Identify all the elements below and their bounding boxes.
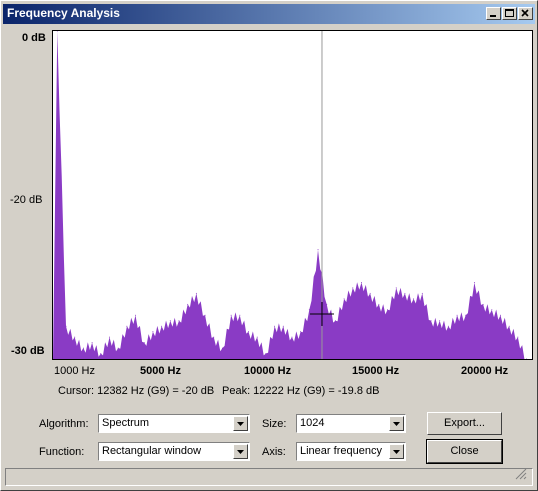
algorithm-value: Spectrum bbox=[102, 417, 150, 429]
status-bar bbox=[5, 468, 533, 486]
spectrum-point bbox=[360, 281, 362, 283]
spectrum-point bbox=[204, 314, 206, 316]
spectrum-point bbox=[135, 314, 137, 316]
spectrum-point bbox=[213, 336, 215, 338]
spectrum-point bbox=[508, 325, 510, 327]
algorithm-select[interactable]: Spectrum bbox=[98, 414, 250, 433]
cursor-readout: Cursor: 12382 Hz (G9) = -20 dB bbox=[58, 385, 215, 397]
maximize-icon bbox=[505, 9, 514, 17]
spectrum-point bbox=[56, 31, 58, 32]
spectrum-point bbox=[413, 298, 415, 300]
axis-select[interactable]: Linear frequency bbox=[296, 442, 406, 461]
x-tick-label: 5000 Hz bbox=[140, 365, 181, 377]
spectrum-point bbox=[195, 292, 197, 294]
close-button[interactable] bbox=[518, 7, 533, 20]
spectrum-plot[interactable] bbox=[52, 30, 533, 360]
maximize-button[interactable] bbox=[502, 7, 517, 20]
x-tick-label: 15000 Hz bbox=[352, 365, 400, 377]
minimize-button[interactable] bbox=[486, 7, 501, 20]
spectrum-point bbox=[221, 347, 223, 349]
x-tick-label: 1000 Hz bbox=[54, 365, 95, 377]
spectrum-point bbox=[143, 342, 145, 344]
spectrum-point bbox=[326, 303, 328, 305]
spectrum-point bbox=[300, 331, 302, 333]
spectrum-point bbox=[482, 303, 484, 305]
spectrum-point bbox=[500, 314, 502, 316]
y-tick-label: 0 dB bbox=[22, 32, 46, 44]
axis-value: Linear frequency bbox=[300, 445, 382, 457]
spectrum-point bbox=[282, 325, 284, 327]
spectrum-point bbox=[404, 292, 406, 294]
spectrum-point bbox=[473, 281, 475, 283]
chevron-down-icon[interactable] bbox=[389, 444, 404, 459]
spectrum-point bbox=[387, 309, 389, 311]
function-label: Function: bbox=[39, 446, 85, 458]
size-select[interactable]: 1024 bbox=[296, 414, 406, 433]
spectrum-point bbox=[82, 347, 84, 349]
close-dialog-button[interactable]: Close bbox=[426, 439, 503, 464]
spectrum-point bbox=[352, 287, 354, 289]
spectrum-point bbox=[178, 320, 180, 322]
frequency-analysis-window: Frequency Analysis 0 dB -20 dB -30 dB 10… bbox=[0, 0, 538, 491]
chevron-down-icon[interactable] bbox=[233, 444, 248, 459]
spectrum-point bbox=[74, 336, 76, 338]
spectrum-point bbox=[239, 314, 241, 316]
function-select[interactable]: Rectangular window bbox=[98, 442, 250, 461]
spectrum-point bbox=[343, 298, 345, 300]
spectrum-point bbox=[291, 336, 293, 338]
spectrum-point bbox=[439, 320, 441, 322]
spectrum-point bbox=[169, 320, 171, 322]
spectrum-point bbox=[395, 287, 397, 289]
peak-readout: Peak: 12222 Hz (G9) = -19.8 dB bbox=[222, 385, 380, 397]
chevron-down-icon[interactable] bbox=[389, 416, 404, 431]
spectrum-point bbox=[421, 292, 423, 294]
y-tick-label: -20 dB bbox=[10, 194, 43, 206]
x-tick-label: 10000 Hz bbox=[244, 365, 292, 377]
spectrum-point bbox=[161, 325, 163, 327]
spectrum-point bbox=[447, 325, 449, 327]
title-bar[interactable]: Frequency Analysis bbox=[3, 4, 535, 24]
spectrum-point bbox=[526, 358, 528, 359]
spectrum-point bbox=[274, 325, 276, 327]
spectrum-point bbox=[491, 309, 493, 311]
spectrum-point bbox=[65, 325, 67, 327]
size-value: 1024 bbox=[300, 417, 325, 429]
spectrum-point bbox=[334, 320, 336, 322]
export-button[interactable]: Export... bbox=[427, 412, 502, 435]
x-tick-label: 20000 Hz bbox=[461, 365, 509, 377]
spectrum-area bbox=[53, 31, 532, 359]
spectrum-point bbox=[152, 331, 154, 333]
spectrum-point bbox=[256, 336, 258, 338]
spectrum-point bbox=[126, 325, 128, 327]
spectrum-point bbox=[91, 342, 93, 344]
spectrum-point bbox=[100, 353, 102, 355]
axis-label: Axis: bbox=[262, 446, 286, 458]
spectrum-point bbox=[248, 331, 250, 333]
spectrum-point bbox=[517, 336, 519, 338]
chevron-down-icon[interactable] bbox=[233, 416, 248, 431]
window-title: Frequency Analysis bbox=[7, 6, 120, 20]
spectrum-point bbox=[117, 347, 119, 349]
function-value: Rectangular window bbox=[102, 445, 202, 457]
spectrum-point bbox=[317, 249, 319, 251]
spectrum-point bbox=[369, 292, 371, 294]
spectrum-point bbox=[465, 314, 467, 316]
spectrum-point bbox=[308, 309, 310, 311]
y-tick-label: -30 dB bbox=[11, 345, 45, 357]
spectrum-point bbox=[265, 353, 267, 355]
spectrum-point bbox=[456, 314, 458, 316]
spectrum-chart[interactable] bbox=[53, 31, 532, 359]
minimize-icon bbox=[490, 15, 496, 17]
spectrum-point bbox=[187, 303, 189, 305]
spectrum-point bbox=[378, 303, 380, 305]
spectrum-point bbox=[230, 314, 232, 316]
size-label: Size: bbox=[262, 418, 287, 430]
spectrum-point bbox=[108, 336, 110, 338]
spectrum-point bbox=[430, 320, 432, 322]
close-icon bbox=[521, 9, 529, 17]
algorithm-label: Algorithm: bbox=[39, 418, 89, 430]
resize-grip-icon[interactable] bbox=[515, 468, 527, 480]
